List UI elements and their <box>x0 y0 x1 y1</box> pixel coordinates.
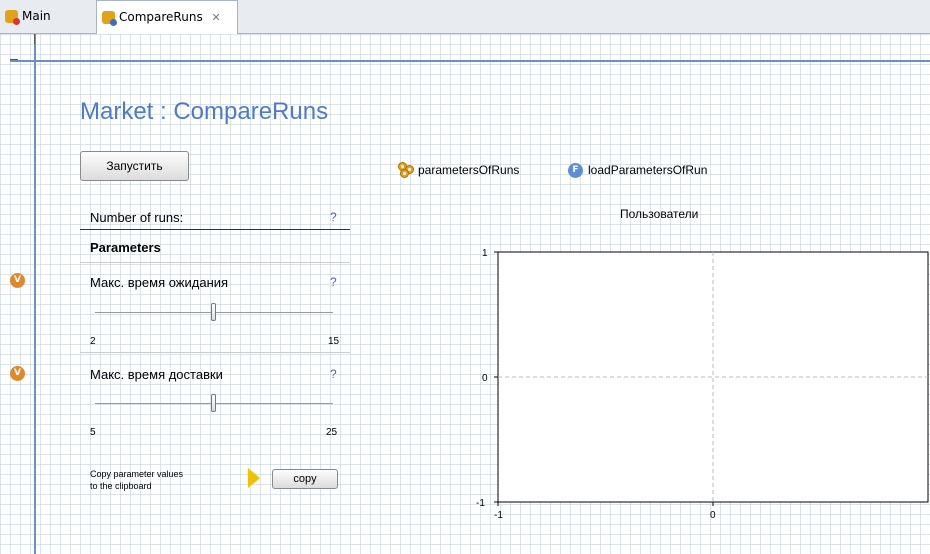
copy-parameters-text: Copy parameter values to the clipboard <box>90 468 183 492</box>
agent-icon <box>5 10 20 25</box>
canvas-vertical-axis <box>34 34 36 554</box>
x-tick-label-mid: 0 <box>710 510 716 521</box>
page-title: Market : CompareRuns <box>80 98 329 125</box>
param-wait-time-slider-thumb[interactable] <box>211 303 216 321</box>
experiment-icon <box>102 11 117 26</box>
canvas-origin-tick-h <box>10 59 18 60</box>
copy-text-line-1: Copy parameter values <box>90 469 184 479</box>
parameters-header: Parameters <box>90 240 161 255</box>
divider <box>80 262 350 263</box>
copy-button[interactable]: copy <box>272 469 338 489</box>
param-wait-time-min: 2 <box>90 336 96 347</box>
param-delivery-time-max: 25 <box>326 427 338 438</box>
help-icon[interactable]: ? <box>330 210 337 224</box>
editor-tab-bar: Main CompareRuns ✕ <box>0 0 930 34</box>
divider <box>80 229 350 230</box>
y-tick-label-mid: 0 <box>482 373 488 384</box>
param-delivery-time-min: 5 <box>90 427 96 438</box>
help-icon[interactable]: ? <box>330 367 337 381</box>
run-button[interactable]: Запустить <box>80 151 189 181</box>
param-wait-time-label: Макс. время ожидания <box>90 275 229 290</box>
variable-marker-icon[interactable]: V <box>10 273 25 288</box>
variable-marker-icon[interactable]: V <box>10 366 25 381</box>
x-tick-label-left: -1 <box>494 510 503 521</box>
y-tick-label-top: 1 <box>482 248 488 259</box>
chart-title: Пользователи <box>620 207 699 221</box>
param-delivery-time-slider-thumb[interactable] <box>211 394 216 412</box>
canvas-horizontal-axis <box>10 60 930 62</box>
function-load-parameters-of-run[interactable]: loadParametersOfRun <box>588 163 707 177</box>
help-icon[interactable]: ? <box>330 275 337 289</box>
y-tick-label-bottom: -1 <box>476 498 485 509</box>
param-wait-time-max: 15 <box>328 336 340 347</box>
collection-icon <box>398 162 414 178</box>
collection-parameters-of-runs[interactable]: parametersOfRuns <box>418 163 519 177</box>
number-of-runs-label: Number of runs: <box>90 210 184 225</box>
arrow-icon <box>248 468 260 488</box>
canvas-origin-tick <box>34 34 35 44</box>
tab-compareruns[interactable]: CompareRuns ✕ <box>96 0 238 34</box>
divider <box>80 352 350 353</box>
function-icon: F <box>568 163 583 178</box>
copy-text-line-2: to the clipboard <box>90 481 152 491</box>
close-icon[interactable]: ✕ <box>212 11 221 24</box>
tab-compareruns-label: CompareRuns <box>119 10 203 24</box>
graphical-editor-canvas[interactable]: Market : CompareRuns Запустить Number of… <box>0 34 930 554</box>
users-chart[interactable]: 1 0 -1 -1 0 <box>460 244 930 554</box>
tab-main[interactable]: Main <box>0 0 92 33</box>
tab-main-label: Main <box>22 9 51 23</box>
param-delivery-time-label: Макс. время доставки <box>90 367 223 382</box>
